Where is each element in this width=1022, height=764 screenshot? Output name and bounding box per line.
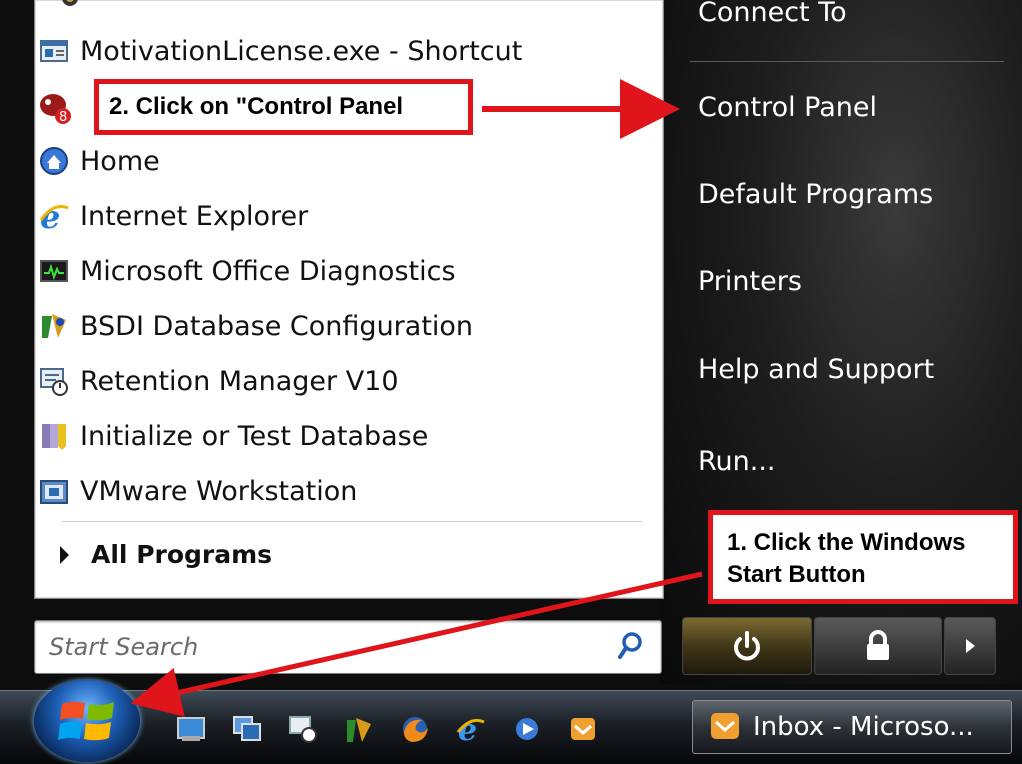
annotation-step-2: 2. Click on "Control Panel xyxy=(94,79,473,135)
annotation-step-1-line2: Start Button xyxy=(727,561,866,588)
annotation-step-1: 1. Click the Windows Start Button xyxy=(708,510,1018,604)
arrow-to-start-button xyxy=(130,571,703,717)
annotation-step-2-text: 2. Click on "Control Panel xyxy=(109,93,404,120)
annotation-step-1-line1: 1. Click the Windows xyxy=(727,529,966,556)
